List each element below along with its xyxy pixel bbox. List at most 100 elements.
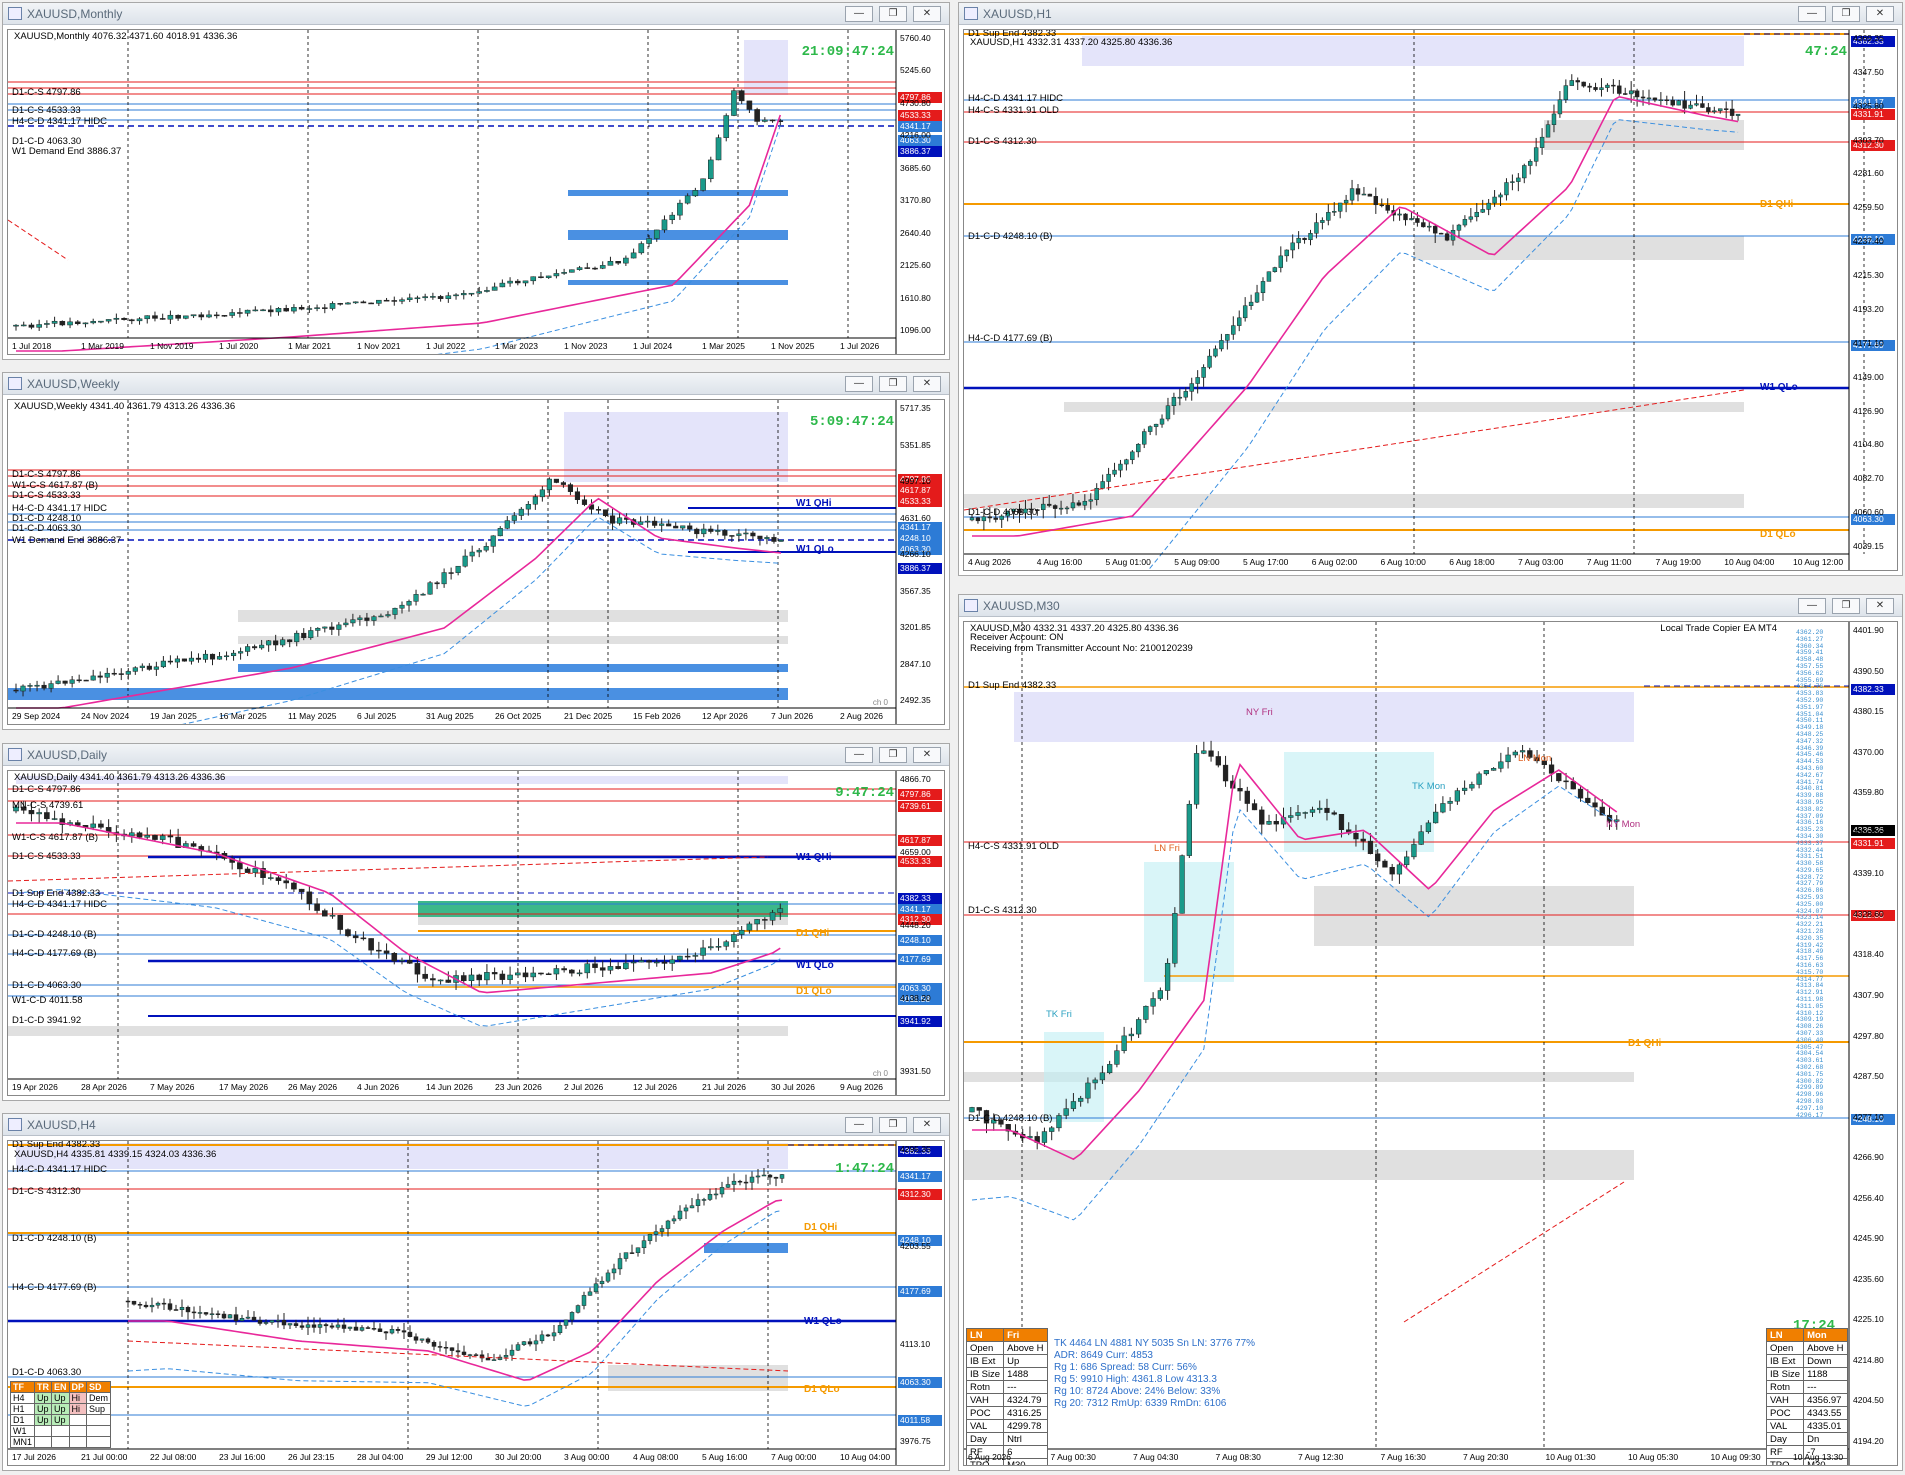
candle-body: [1135, 1019, 1142, 1035]
chart-header: XAUUSD,Monthly 4076.32 4371.60 4018.91 4…: [14, 31, 238, 42]
close-button[interactable]: ✕: [913, 6, 941, 22]
title-bar[interactable]: XAUUSD,Weekly — ❐ ✕: [3, 373, 949, 395]
title-bar[interactable]: XAUUSD,M30 — ❐ ✕: [959, 595, 1902, 617]
window-h4[interactable]: XAUUSD,H4 — ❐ ✕ D1 Sup End 4382.33 XAUUSD,…: [2, 1113, 950, 1471]
candle-body: [41, 684, 47, 689]
candle-body: [129, 319, 135, 322]
minimize-button[interactable]: —: [1798, 6, 1826, 22]
price-tick: 4204.50: [1853, 1395, 1884, 1406]
candle-body: [599, 967, 606, 971]
candle-body: [1367, 193, 1373, 197]
candle-body: [1332, 211, 1337, 213]
candle-body: [1461, 787, 1468, 791]
maximize-button[interactable]: ❐: [1832, 6, 1860, 22]
close-button[interactable]: ✕: [1866, 6, 1894, 22]
price-tag: 4382.33: [898, 893, 942, 904]
maximize-button[interactable]: ❐: [879, 376, 907, 392]
chart-plot-h4[interactable]: D1 Sup End 4382.33 XAUUSD,H4 4335.81 433…: [7, 1140, 945, 1466]
price-tick: 3685.60: [900, 162, 931, 173]
table-row: VAL 4335.01: [1765, 1419, 1848, 1433]
table-cell: [86, 1414, 112, 1426]
minimize-button[interactable]: —: [845, 747, 873, 763]
candle-body: [1658, 99, 1664, 101]
candle-body: [206, 314, 212, 318]
candle-body: [641, 1240, 647, 1249]
candle-body: [509, 1349, 515, 1356]
candle-body: [1272, 267, 1278, 272]
candle-body: [630, 252, 637, 259]
candle-body: [1157, 990, 1163, 999]
candle-body: [1718, 108, 1723, 112]
window-monthly[interactable]: XAUUSD,Monthly — ❐ ✕ XAUUSD,Monthly 4076.3…: [2, 2, 950, 360]
candle-body: [677, 1210, 683, 1220]
title-bar[interactable]: XAUUSD,H1 — ❐ ✕: [959, 3, 1902, 25]
maximize-button[interactable]: ❐: [879, 1117, 907, 1133]
candle-body: [69, 679, 75, 684]
candle-body: [322, 910, 328, 917]
candle-body: [569, 969, 575, 974]
price-tick: 5717.35: [900, 403, 931, 413]
candle-body: [623, 962, 629, 969]
chart-plot-h1[interactable]: D1 Sup End 4382.33 XAUUSD,H1 4332.31 433…: [963, 29, 1898, 571]
chart-plot-m30[interactable]: XAUUSD,M30 4332.31 4337.20 4325.80 4336.…: [963, 621, 1898, 1466]
maximize-button[interactable]: ❐: [879, 747, 907, 763]
candle-body: [448, 572, 454, 574]
session-label: LN Fri: [1154, 843, 1180, 854]
candle-body: [1338, 814, 1345, 830]
candle-body: [269, 1320, 275, 1323]
candle-body: [484, 290, 490, 292]
close-button[interactable]: ✕: [913, 1117, 941, 1133]
candle-body: [561, 968, 567, 971]
candle-body: [413, 594, 419, 602]
close-button[interactable]: ✕: [1866, 598, 1894, 614]
candle-body: [336, 624, 342, 630]
candle-body: [599, 1280, 605, 1285]
chart-plot-daily[interactable]: XAUUSD,Daily 4341.40 4361.79 4313.26 433…: [7, 770, 945, 1096]
receiving-status: Receiving from Transmitter Account No: 2…: [970, 643, 1193, 654]
minimize-button[interactable]: —: [1798, 598, 1826, 614]
candle-body: [51, 818, 58, 820]
session-label: NY Fri: [1246, 707, 1273, 718]
table-row: D1 Up Up: [9, 1414, 112, 1426]
time-tick: 7 Aug 20:30: [1463, 1452, 1509, 1462]
candle-body: [1284, 249, 1289, 257]
candle-body: [692, 955, 699, 957]
candle-body: [630, 961, 637, 964]
candle-body: [453, 294, 459, 297]
session-label: LN Mon: [1518, 753, 1552, 764]
close-button[interactable]: ✕: [913, 747, 941, 763]
candle-body: [1444, 233, 1450, 241]
candle-body: [969, 1107, 975, 1113]
time-tick: 4 Aug 08:00: [633, 1452, 679, 1462]
candle-body: [1237, 317, 1242, 326]
candle-body: [669, 959, 675, 964]
candle-body: [420, 593, 426, 596]
candle-body: [1302, 237, 1307, 241]
title-bar[interactable]: XAUUSD,Daily — ❐ ✕: [3, 744, 949, 766]
maximize-button[interactable]: ❐: [1832, 598, 1860, 614]
candle-body: [322, 307, 328, 309]
candle-body: [611, 1268, 617, 1274]
window-weekly[interactable]: XAUUSD,Weekly — ❐ ✕ XAUUSD,Weekly 4341.40 …: [2, 372, 950, 730]
candle-body: [593, 1283, 599, 1293]
close-button[interactable]: ✕: [913, 376, 941, 392]
window-h1[interactable]: XAUUSD,H1 — ❐ ✕ D1 Sup End 4382.33 XAUUSD,…: [958, 2, 1903, 576]
title-bar[interactable]: XAUUSD,Monthly — ❐ ✕: [3, 3, 949, 25]
chart-plot-monthly[interactable]: XAUUSD,Monthly 4076.32 4371.60 4018.91 4…: [7, 29, 945, 355]
minimize-button[interactable]: —: [845, 6, 873, 22]
minimize-button[interactable]: —: [845, 1117, 873, 1133]
minimize-button[interactable]: —: [845, 376, 873, 392]
price-tick: 5245.60: [900, 65, 931, 76]
candle-body: [1577, 788, 1584, 799]
chart-plot-weekly[interactable]: XAUUSD,Weekly 4341.40 4361.79 4313.26 43…: [7, 399, 945, 725]
table-cell: MN1: [9, 1436, 36, 1448]
maximize-button[interactable]: ❐: [879, 6, 907, 22]
title-bar[interactable]: XAUUSD,H4 — ❐ ✕: [3, 1114, 949, 1136]
price-tick: 1096.00: [900, 325, 931, 335]
price-tick: 4225.10: [1853, 1314, 1884, 1325]
candle-body: [341, 1324, 347, 1329]
table-row: IB Ext Up: [965, 1354, 1048, 1368]
window-m30[interactable]: XAUUSD,M30 — ❐ ✕ XAUUSD,M30 4332.31 4337.2…: [958, 594, 1903, 1471]
chart-footer: ch 0: [872, 1069, 888, 1078]
window-daily[interactable]: XAUUSD,Daily — ❐ ✕ XAUUSD,Daily 4341.40 43…: [2, 743, 950, 1101]
